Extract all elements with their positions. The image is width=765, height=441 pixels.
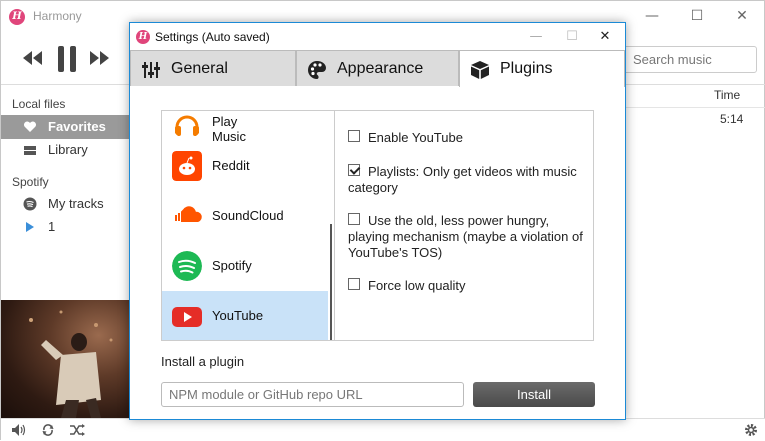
dialog-maximize-button[interactable]: ☐ xyxy=(554,23,590,51)
plugin-url-input[interactable]: NPM module or GitHub repo URL xyxy=(161,382,464,407)
plugins-panel: Play Music Reddit SoundCloud Spotify You… xyxy=(161,110,594,341)
plugin-item-spotify[interactable]: Spotify xyxy=(162,241,328,291)
volume-button[interactable] xyxy=(11,423,27,440)
cube-icon xyxy=(471,61,489,79)
option-enable-youtube[interactable]: Enable YouTube xyxy=(348,130,588,146)
app-logo: H xyxy=(9,9,25,25)
previous-button[interactable] xyxy=(21,45,43,74)
next-button[interactable] xyxy=(89,45,111,74)
dialog-minimize-button[interactable]: — xyxy=(518,23,554,51)
heart-icon xyxy=(23,121,37,132)
repeat-icon xyxy=(42,424,54,436)
dialog-close-button[interactable]: ✕ xyxy=(587,23,623,51)
option-label: Use the old, less power hungry, playing … xyxy=(348,213,583,260)
option-label: Enable YouTube xyxy=(368,130,463,145)
sidebar-item-my-tracks[interactable]: My tracks xyxy=(1,192,131,216)
pause-button[interactable] xyxy=(55,45,79,76)
tab-general[interactable]: General xyxy=(130,50,296,86)
option-old-playing-mechanism[interactable]: Use the old, less power hungry, playing … xyxy=(348,213,588,261)
tab-label: Plugins xyxy=(500,60,553,77)
pause-icon xyxy=(58,46,76,72)
sidebar-item-label: My tracks xyxy=(48,196,104,211)
play-triangle-icon xyxy=(26,222,34,232)
plugin-list[interactable]: Play Music Reddit SoundCloud Spotify You… xyxy=(162,111,335,340)
settings-dialog: H Settings (Auto saved) — ☐ ✕ General Ap… xyxy=(129,22,626,420)
shuffle-button[interactable] xyxy=(69,423,85,440)
sidebar-heading-local: Local files xyxy=(12,97,66,111)
settings-button[interactable] xyxy=(744,423,758,440)
gear-icon xyxy=(745,424,757,436)
next-icon xyxy=(90,51,109,65)
previous-icon xyxy=(23,51,42,65)
checkbox[interactable] xyxy=(348,164,360,176)
spotify-icon xyxy=(23,197,37,211)
minimize-button[interactable]: — xyxy=(629,1,675,32)
palette-icon xyxy=(308,61,326,79)
settings-tabs: General Appearance Plugins xyxy=(130,50,625,87)
reddit-icon xyxy=(172,151,202,181)
tab-appearance[interactable]: Appearance xyxy=(296,50,459,86)
sidebar-item-playlist[interactable]: 1 xyxy=(1,215,131,239)
sidebar-item-library[interactable]: Library xyxy=(1,138,131,162)
shuffle-icon xyxy=(70,424,85,436)
dialog-title: Settings (Auto saved) xyxy=(155,30,270,44)
sidebar: Local files Favorites Library Spotify My… xyxy=(1,84,131,300)
soundcloud-icon xyxy=(175,206,202,222)
tab-label: Appearance xyxy=(337,60,424,77)
track-time: 5:14 xyxy=(720,112,744,126)
headphones-icon xyxy=(175,115,199,136)
tab-plugins[interactable]: Plugins xyxy=(459,50,625,87)
plugin-list-scrollbar[interactable] xyxy=(330,224,332,340)
option-force-low-quality[interactable]: Force low quality xyxy=(348,278,588,294)
column-header-time[interactable]: Time xyxy=(714,88,740,102)
plugin-label: Spotify xyxy=(212,258,252,273)
sidebar-item-label: Favorites xyxy=(48,119,106,134)
option-label: Playlists: Only get videos with music ca… xyxy=(348,164,577,195)
option-label: Force low quality xyxy=(368,278,466,293)
plugin-item-soundcloud[interactable]: SoundCloud xyxy=(162,191,328,241)
library-icon xyxy=(24,146,36,155)
sidebar-item-favorites[interactable]: Favorites xyxy=(1,115,131,139)
sliders-icon xyxy=(142,62,160,78)
status-bar xyxy=(1,418,765,441)
dialog-app-logo: H xyxy=(136,30,150,44)
volume-icon xyxy=(12,424,26,436)
plugin-label: Reddit xyxy=(212,158,250,173)
app-title: Harmony xyxy=(33,9,82,23)
plugin-label: SoundCloud xyxy=(212,208,284,223)
album-art xyxy=(1,300,131,418)
checkbox[interactable] xyxy=(348,130,360,142)
plugin-item-reddit[interactable]: Reddit xyxy=(162,141,328,191)
plugin-item-youtube[interactable]: YouTube xyxy=(162,291,328,340)
plugin-label: Play Music xyxy=(212,114,246,144)
maximize-button[interactable]: ☐ xyxy=(674,1,720,32)
youtube-icon xyxy=(172,307,202,327)
checkbox[interactable] xyxy=(348,213,360,225)
install-plugin-heading: Install a plugin xyxy=(161,354,245,369)
close-button[interactable]: ✕ xyxy=(719,1,765,32)
plugin-label: YouTube xyxy=(212,308,264,323)
spotify-icon xyxy=(172,251,202,281)
sidebar-heading-spotify: Spotify xyxy=(12,175,49,189)
install-button[interactable]: Install xyxy=(473,382,595,407)
sidebar-item-label: Library xyxy=(48,142,88,157)
tab-label: General xyxy=(171,60,228,77)
checkbox[interactable] xyxy=(348,278,360,290)
sidebar-item-label: 1 xyxy=(48,219,56,234)
repeat-button[interactable] xyxy=(41,423,55,440)
option-playlists-music-category[interactable]: Playlists: Only get videos with music ca… xyxy=(348,164,588,196)
